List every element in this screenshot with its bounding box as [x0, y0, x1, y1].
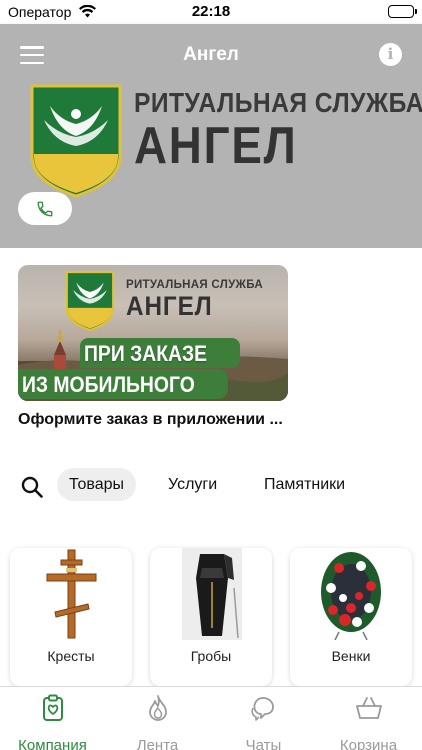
category-card-crosses[interactable]: Кресты [10, 548, 132, 686]
banner-text-promo-1: ПРИ ЗАКАЗЕ [84, 341, 208, 366]
page-title: Ангел [183, 44, 239, 65]
logo-text-service: РИТУАЛЬНАЯ СЛУЖБА [134, 87, 422, 118]
banner-text-name: АНГЕЛ [126, 291, 213, 321]
coffin-icon [150, 548, 272, 640]
company-header: Ангел i РИТУАЛЬНАЯ СЛУЖБА АНГЕЛ [0, 24, 422, 248]
tab-monuments[interactable]: Памятники [252, 468, 357, 501]
banner-logo [65, 271, 115, 331]
phone-icon [37, 201, 53, 216]
tab-label: Корзина [339, 737, 398, 750]
promo-section: РИТУАЛЬНАЯ СЛУЖБА АНГЕЛ ПРИ ЗАКАЗЕ ИЗ МО… [0, 248, 422, 450]
tab-feed[interactable]: Лента [105, 693, 210, 750]
search-icon[interactable] [21, 476, 43, 503]
chat-icon [211, 693, 316, 723]
battery-icon [388, 5, 417, 18]
company-logo [30, 84, 122, 198]
tab-cart[interactable]: Корзина [316, 693, 421, 750]
category-card-wreaths[interactable]: Венки [290, 548, 412, 686]
promo-caption[interactable]: Оформите заказ в приложении ... [18, 411, 283, 429]
category-label: Венки [331, 648, 371, 664]
catalog-section: Товары Услуги Памятники Кресты Гробы Вен… [0, 450, 422, 686]
tab-label: Чаты [245, 737, 282, 750]
tab-chats[interactable]: Чаты [211, 693, 316, 750]
category-label: Гробы [190, 648, 232, 664]
wreath-icon [290, 548, 412, 640]
company-icon [0, 693, 105, 723]
basket-icon [316, 693, 421, 723]
tab-label: Компания [18, 737, 87, 750]
catalog-tabs: Товары Услуги Памятники [0, 466, 422, 504]
banner-text-promo-2-box: ИЗ МОБИЛЬНОГО [18, 369, 229, 399]
banner-text-service: РИТУАЛЬНАЯ СЛУЖБА [126, 279, 263, 291]
category-label: Кресты [47, 648, 95, 664]
info-icon[interactable]: i [379, 43, 402, 66]
tab-label: Лента [136, 737, 179, 750]
tab-goods[interactable]: Товары [57, 468, 137, 501]
banner-text-promo-2: ИЗ МОБИЛЬНОГО [22, 372, 195, 397]
promo-banner[interactable]: РИТУАЛЬНАЯ СЛУЖБА АНГЕЛ ПРИ ЗАКАЗЕ ИЗ МО… [18, 265, 288, 401]
bottom-tab-bar: Компания Лента Чаты Корзина [0, 686, 422, 750]
clock: 22:18 [191, 3, 231, 20]
category-card-coffins[interactable]: Гробы [150, 548, 272, 686]
tab-services[interactable]: Услуги [156, 468, 229, 501]
tab-company[interactable]: Компания [0, 693, 105, 750]
cross-icon [10, 548, 132, 640]
status-bar: Оператор 22:18 [0, 0, 422, 24]
call-button[interactable] [18, 192, 72, 225]
category-cards: Кресты Гробы Венки [10, 548, 422, 686]
logo-text-name: АНГЕЛ [134, 117, 298, 175]
flame-icon [105, 693, 210, 723]
